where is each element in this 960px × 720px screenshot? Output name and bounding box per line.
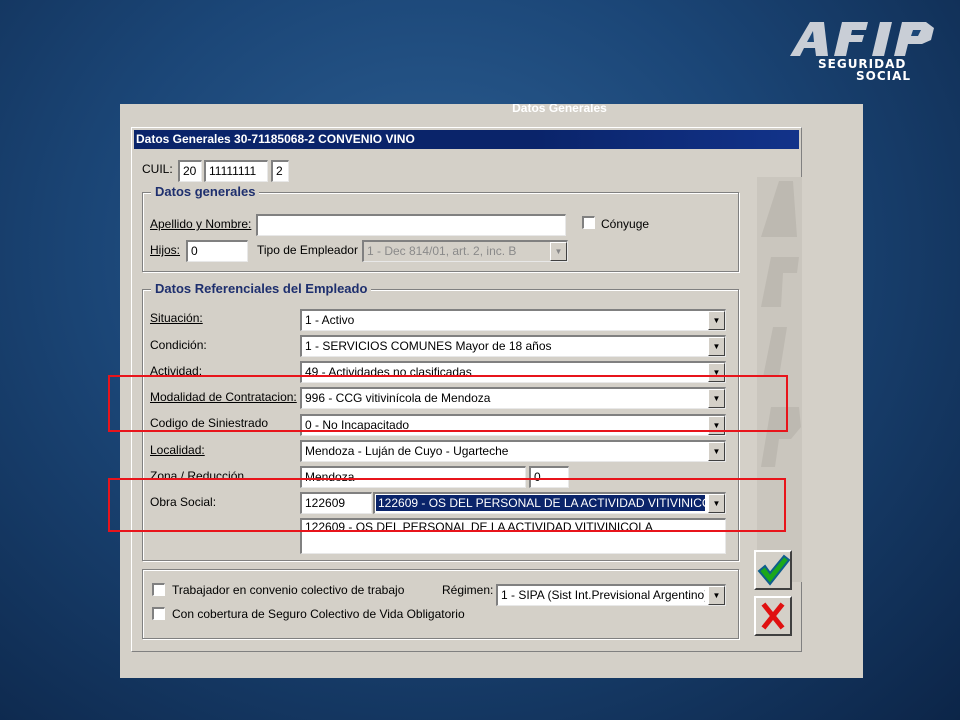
- afip-logo: SEGURIDAD SOCIAL: [784, 18, 940, 88]
- convenio-label: Trabajador en convenio colectivo de trab…: [172, 583, 405, 597]
- highlight-modalidad-box: [108, 375, 788, 432]
- cuil-check-input[interactable]: 2: [271, 160, 289, 182]
- localidad-label: Localidad:: [150, 443, 205, 457]
- situacion-select[interactable]: 1 - Activo ▼: [300, 309, 726, 331]
- apellido-nombre-input[interactable]: [256, 214, 566, 236]
- checkmark-icon: [757, 554, 791, 586]
- ok-button[interactable]: [754, 550, 792, 590]
- conyuge-label: Cónyuge: [601, 217, 650, 231]
- dialog-title: Datos Generales 30-71185068-2 CONVENIO V…: [134, 130, 799, 149]
- seguro-label: Con cobertura de Seguro Colectivo de Vid…: [172, 607, 465, 621]
- chevron-down-icon[interactable]: ▼: [708, 442, 725, 461]
- logo-subtitle-2: SOCIAL: [856, 69, 912, 83]
- cancel-button[interactable]: [754, 596, 792, 636]
- localidad-select[interactable]: Mendoza - Luján de Cuyo - Ugarteche ▼: [300, 440, 726, 462]
- cuil-label: CUIL:: [142, 162, 173, 176]
- regimen-select[interactable]: 1 - SIPA (Sist Int.Previsional Argentino…: [496, 584, 726, 606]
- hijos-input[interactable]: 0: [186, 240, 248, 262]
- cuil-prefix-input[interactable]: 20: [178, 160, 202, 182]
- hijos-label: Hijos:: [150, 243, 181, 257]
- regimen-label: Régimen:: [442, 583, 494, 597]
- situacion-label: Situación:: [150, 311, 203, 325]
- condicion-select[interactable]: 1 - SERVICIOS COMUNES Mayor de 18 años ▼: [300, 335, 726, 357]
- tipo-empleador-value: 1 - Dec 814/01, art. 2, inc. B: [367, 244, 517, 258]
- afip-logo-mark: [790, 22, 934, 56]
- highlight-obra-social-box: [108, 478, 786, 532]
- condicion-value: 1 - SERVICIOS COMUNES Mayor de 18 años: [305, 339, 552, 353]
- chevron-down-icon[interactable]: ▼: [550, 242, 567, 261]
- datos-generales-legend: Datos generales: [151, 184, 260, 200]
- localidad-value: Mendoza - Luján de Cuyo - Ugarteche: [305, 444, 509, 458]
- regimen-value: 1 - SIPA (Sist Int.Previsional Argentino…: [501, 588, 705, 602]
- cuil-number-input[interactable]: 11111111: [204, 160, 268, 182]
- condicion-label: Condición:: [150, 338, 207, 352]
- window-title-text: Datos Generales: [512, 104, 607, 115]
- chevron-down-icon[interactable]: ▼: [708, 586, 725, 605]
- chevron-down-icon[interactable]: ▼: [708, 337, 725, 356]
- tipo-empleador-label: Tipo de Empleador: [257, 243, 358, 257]
- datos-referenciales-legend: Datos Referenciales del Empleado: [151, 281, 372, 297]
- chevron-down-icon[interactable]: ▼: [708, 311, 725, 330]
- conyuge-checkbox[interactable]: [582, 216, 595, 229]
- seguro-checkbox[interactable]: [152, 607, 165, 620]
- window-title: Datos Generales: [120, 104, 863, 119]
- apellido-label: Apellido y Nombre:: [150, 217, 252, 231]
- x-close-icon: [761, 602, 785, 630]
- tipo-empleador-select[interactable]: 1 - Dec 814/01, art. 2, inc. B ▼: [362, 240, 568, 262]
- situacion-value: 1 - Activo: [305, 313, 355, 327]
- convenio-checkbox[interactable]: [152, 583, 165, 596]
